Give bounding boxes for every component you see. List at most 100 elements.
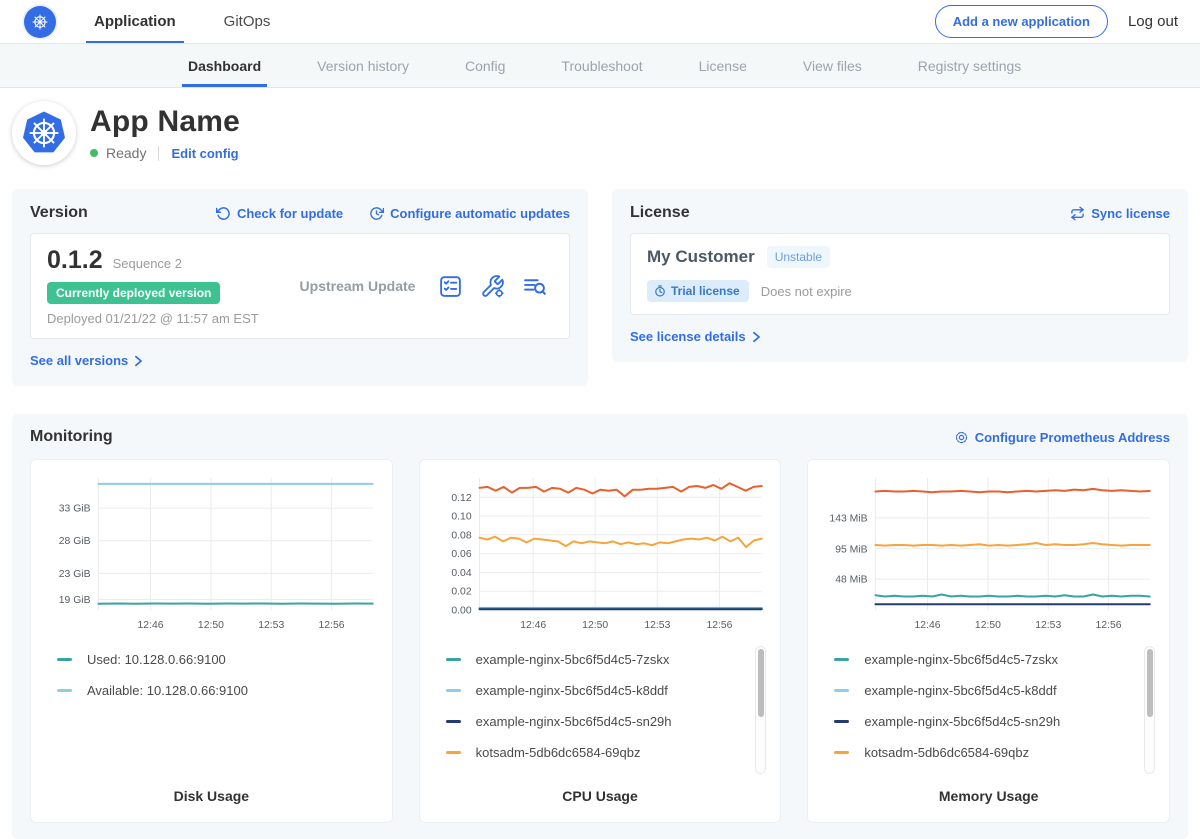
legend-swatch	[446, 689, 461, 692]
nav-tab-gitops[interactable]: GitOps	[222, 0, 273, 43]
legend-item: kotsadm-5db6dc6584-69qbz	[446, 745, 767, 760]
config-wrench-icon[interactable]	[480, 274, 505, 299]
legend-item: example-nginx-5bc6f5d4c5-7zskx	[446, 652, 767, 667]
scheduled-update-icon	[369, 206, 384, 221]
legend-item: example-nginx-5bc6f5d4c5-k8ddf	[446, 683, 767, 698]
edit-config-link[interactable]: Edit config	[171, 146, 238, 161]
app-logo-icon	[12, 101, 76, 165]
kubernetes-logo-icon[interactable]	[24, 6, 56, 38]
svg-text:0.02: 0.02	[451, 587, 471, 598]
tab-version-history[interactable]: Version history	[315, 44, 411, 87]
legend-label: kotsadm-5db6dc6584-69qbz	[864, 745, 1029, 760]
version-source-label: Upstream Update	[277, 278, 438, 294]
legend-swatch	[57, 658, 72, 661]
memory-usage-legend: example-nginx-5bc6f5d4c5-7zskx example-n…	[822, 652, 1155, 776]
legend-item: kotsadm-5db6dc6584-69qbz	[834, 745, 1155, 760]
add-new-application-button[interactable]: Add a new application	[935, 5, 1108, 38]
legend-scrollbar[interactable]	[1144, 646, 1155, 774]
tab-license-label: License	[699, 58, 747, 74]
legend-swatch	[834, 658, 849, 661]
see-license-details-link[interactable]: See license details	[630, 329, 762, 344]
tab-troubleshoot[interactable]: Troubleshoot	[559, 44, 644, 87]
tab-troubleshoot-label: Troubleshoot	[561, 58, 642, 74]
legend-swatch	[446, 751, 461, 754]
svg-text:12:56: 12:56	[319, 620, 345, 631]
legend-label: Used: 10.128.0.66:9100	[87, 652, 226, 667]
tab-version-history-label: Version history	[317, 58, 409, 74]
cpu-usage-chart-title: CPU Usage	[434, 776, 767, 812]
currently-deployed-badge: Currently deployed version	[47, 282, 220, 304]
cpu-usage-chart: 12:4612:5012:5312:560.120.100.080.060.04…	[434, 470, 767, 636]
kubernetes-heptagon-icon	[21, 110, 67, 156]
chevron-right-icon	[133, 355, 144, 367]
see-license-details-label: See license details	[630, 329, 746, 344]
app-header-text: App Name Ready Edit config	[90, 105, 240, 161]
legend-label: example-nginx-5bc6f5d4c5-7zskx	[864, 652, 1058, 667]
legend-swatch	[57, 689, 72, 692]
sync-arrows-icon	[1070, 206, 1085, 221]
legend-swatch	[446, 720, 461, 723]
preflight-checks-icon[interactable]	[438, 274, 463, 299]
monitoring-title: Monitoring	[30, 428, 113, 446]
memory-usage-chart-title: Memory Usage	[822, 776, 1155, 812]
legend-item: example-nginx-5bc6f5d4c5-sn29h	[834, 714, 1155, 729]
monitoring-section: Monitoring Configure Prometheus Address …	[12, 414, 1188, 839]
legend-item: example-nginx-5bc6f5d4c5-sn29h	[446, 714, 767, 729]
svg-text:48 MiB: 48 MiB	[836, 575, 868, 586]
app-header: App Name Ready Edit config	[0, 88, 1200, 181]
tab-config-label: Config	[465, 58, 505, 74]
svg-text:23 GiB: 23 GiB	[59, 569, 91, 580]
svg-text:12:53: 12:53	[258, 620, 284, 631]
sync-license-label: Sync license	[1091, 206, 1170, 221]
legend-swatch	[834, 720, 849, 723]
tab-view-files[interactable]: View files	[801, 44, 864, 87]
svg-text:0.08: 0.08	[451, 530, 471, 541]
tab-config[interactable]: Config	[463, 44, 507, 87]
app-status-row: Ready Edit config	[90, 145, 240, 161]
trial-license-label: Trial license	[671, 284, 740, 298]
svg-text:0.06: 0.06	[451, 549, 471, 560]
check-for-update-link[interactable]: Check for update	[216, 206, 343, 221]
kubernetes-wheel-icon	[29, 11, 51, 33]
svg-text:12:50: 12:50	[975, 620, 1001, 631]
configure-prometheus-link[interactable]: Configure Prometheus Address	[954, 430, 1170, 445]
app-sub-nav: Dashboard Version history Config Trouble…	[0, 44, 1200, 88]
channel-badge: Unstable	[767, 246, 830, 268]
tab-registry-settings[interactable]: Registry settings	[916, 44, 1023, 87]
svg-text:12:56: 12:56	[706, 620, 732, 631]
tab-license[interactable]: License	[697, 44, 749, 87]
tab-dashboard[interactable]: Dashboard	[186, 44, 263, 87]
see-all-versions-link[interactable]: See all versions	[30, 353, 144, 368]
legend-item: Available: 10.128.0.66:9100	[57, 683, 378, 698]
nav-tab-application[interactable]: Application	[92, 0, 178, 43]
memory-usage-card: 12:4612:5012:5312:56143 MiB95 MiB48 MiB …	[807, 459, 1170, 823]
license-card-title: License	[630, 204, 690, 222]
customer-name: My Customer	[647, 247, 755, 267]
cpu-usage-legend: example-nginx-5bc6f5d4c5-7zskx example-n…	[434, 652, 767, 776]
disk-usage-chart-title: Disk Usage	[45, 776, 378, 812]
legend-swatch	[834, 751, 849, 754]
legend-swatch	[834, 689, 849, 692]
legend-scrollbar[interactable]	[755, 646, 766, 774]
deploy-logs-icon[interactable]	[522, 274, 547, 299]
version-sequence: Sequence 2	[113, 256, 182, 271]
legend-label: example-nginx-5bc6f5d4c5-7zskx	[476, 652, 670, 667]
page-title: App Name	[90, 105, 240, 139]
svg-text:0.04: 0.04	[451, 568, 471, 579]
legend-scrollbar-thumb[interactable]	[1147, 649, 1153, 717]
legend-scrollbar-thumb[interactable]	[758, 649, 764, 717]
license-panel: My Customer Unstable Trial license Does …	[630, 233, 1170, 315]
sync-license-link[interactable]: Sync license	[1070, 206, 1170, 221]
disk-usage-chart: 12:4612:5012:5312:5633 GiB28 GiB23 GiB19…	[45, 470, 378, 636]
trial-license-badge: Trial license	[647, 280, 749, 302]
tab-dashboard-label: Dashboard	[188, 58, 261, 74]
legend-label: example-nginx-5bc6f5d4c5-k8ddf	[864, 683, 1056, 698]
legend-label: kotsadm-5db6dc6584-69qbz	[476, 745, 641, 760]
logout-link[interactable]: Log out	[1128, 13, 1178, 30]
gear-icon	[954, 430, 969, 445]
ready-status-dot	[90, 149, 98, 157]
version-card-title: Version	[30, 204, 88, 222]
configure-automatic-updates-link[interactable]: Configure automatic updates	[369, 206, 570, 221]
svg-text:19 GiB: 19 GiB	[59, 595, 91, 606]
stopwatch-icon	[654, 285, 666, 297]
